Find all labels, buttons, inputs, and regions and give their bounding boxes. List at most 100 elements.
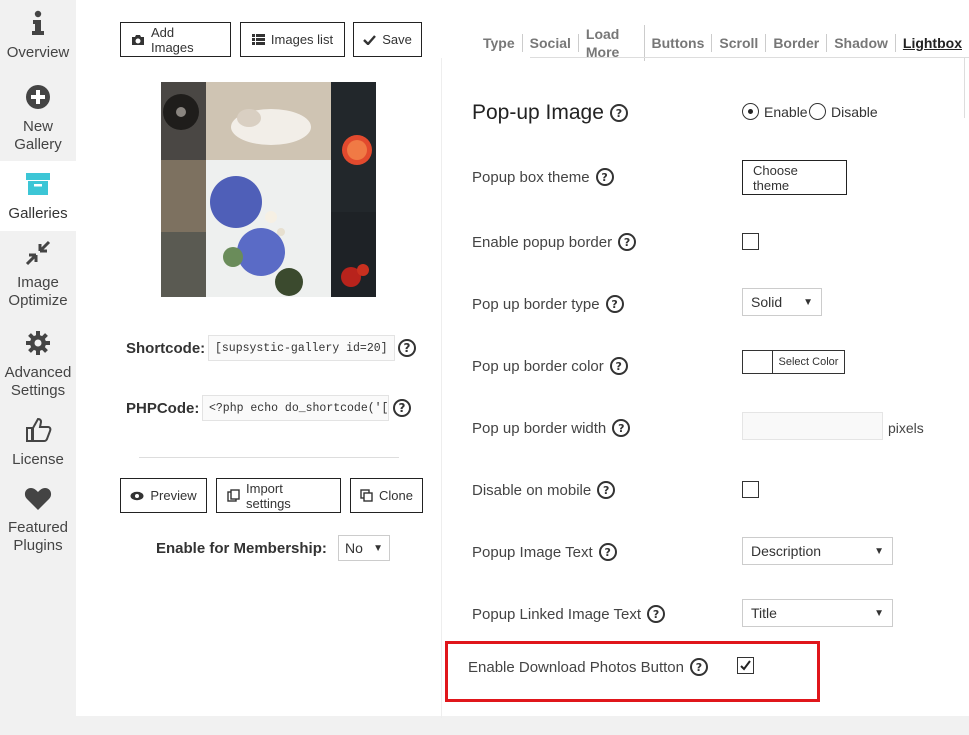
highlight-box bbox=[445, 641, 820, 702]
chevron-down-icon: ▼ bbox=[874, 607, 884, 619]
enable-popup-border-label: Enable popup border bbox=[472, 233, 613, 251]
tab-shadow[interactable]: Shadow bbox=[827, 34, 896, 52]
popup-image-text-select[interactable]: Description ▼ bbox=[742, 537, 893, 565]
gear-icon bbox=[0, 330, 76, 361]
popup-linked-image-text-row: Popup Linked Image Text ? bbox=[472, 605, 666, 623]
sidebar-item-advanced-settings[interactable]: Advanced Settings bbox=[0, 330, 76, 402]
import-icon bbox=[227, 489, 240, 502]
popup-border-type-row: Pop up border type ? bbox=[472, 295, 624, 313]
choose-theme-button[interactable]: Choose theme bbox=[742, 160, 847, 195]
chevron-down-icon: ▼ bbox=[874, 545, 884, 557]
import-settings-label: Import settings bbox=[246, 480, 291, 511]
chevron-down-icon: ▼ bbox=[803, 296, 813, 308]
tab-scroll[interactable]: Scroll bbox=[712, 34, 767, 52]
help-icon[interactable]: ? bbox=[647, 605, 666, 623]
color-picker[interactable]: Select Color bbox=[742, 350, 845, 374]
sidebar-item-galleries[interactable]: Galleries bbox=[0, 161, 76, 231]
popup-image-text-label: Popup Image Text bbox=[472, 543, 593, 561]
help-icon[interactable]: ? bbox=[618, 233, 637, 251]
sidebar-item-new-gallery[interactable]: New Gallery bbox=[0, 84, 76, 156]
preview-button[interactable]: Preview bbox=[120, 478, 207, 513]
disable-radio-label: Disable bbox=[831, 104, 878, 120]
popup-border-color-label: Pop up border color bbox=[472, 357, 604, 375]
help-icon[interactable]: ? bbox=[393, 399, 411, 417]
sidebar-item-overview[interactable]: Overview bbox=[0, 10, 76, 70]
disable-on-mobile-row: Disable on mobile ? bbox=[472, 481, 616, 499]
phpcode-field[interactable]: <?php echo do_shortcode('[supsystic-gall… bbox=[202, 395, 389, 421]
chevron-down-icon: ▼ bbox=[373, 542, 383, 554]
help-icon[interactable]: ? bbox=[612, 419, 631, 437]
shortcode-field[interactable]: [supsystic-gallery id=20] bbox=[208, 335, 395, 361]
help-icon[interactable]: ? bbox=[609, 104, 628, 122]
popup-linked-image-text-select[interactable]: Title ▼ bbox=[742, 599, 893, 627]
tab-lightbox[interactable]: Lightbox bbox=[896, 34, 969, 52]
popup-linked-image-text-label: Popup Linked Image Text bbox=[472, 605, 642, 623]
color-swatch[interactable] bbox=[743, 351, 773, 373]
disable-on-mobile-label: Disable on mobile bbox=[472, 481, 592, 499]
select-color-button[interactable]: Select Color bbox=[773, 351, 844, 373]
shortcode-label: Shortcode: bbox=[126, 340, 206, 357]
help-icon[interactable]: ? bbox=[597, 481, 616, 499]
choose-theme-label: Choose theme bbox=[753, 162, 798, 193]
popup-linked-image-text-value: Title bbox=[751, 605, 777, 621]
sidebar-item-featured-plugins[interactable]: Featured Plugins bbox=[0, 487, 76, 559]
popup-border-width-input[interactable] bbox=[742, 412, 883, 440]
popup-border-color-row: Pop up border color ? bbox=[472, 357, 628, 375]
sidebar-item-label: New Gallery bbox=[14, 118, 62, 153]
sidebar-item-license[interactable]: License bbox=[0, 417, 76, 469]
heart-icon bbox=[0, 487, 76, 516]
admin-sidebar: Overview New Gallery Galleries Image Opt… bbox=[0, 0, 76, 735]
camera-icon bbox=[132, 34, 144, 45]
sidebar-item-image-optimize[interactable]: Image Optimize bbox=[0, 240, 76, 312]
enable-radio-label: Enable bbox=[764, 104, 808, 120]
help-icon[interactable]: ? bbox=[598, 543, 617, 561]
pixels-unit-label: pixels bbox=[888, 420, 924, 436]
images-list-button[interactable]: Images list bbox=[240, 22, 345, 57]
popup-border-type-label: Pop up border type bbox=[472, 295, 600, 313]
popup-image-label: Pop-up Image bbox=[472, 101, 604, 124]
enable-radio[interactable] bbox=[742, 103, 759, 120]
sidebar-item-label: Image Optimize bbox=[8, 274, 68, 309]
popup-box-theme-row: Popup box theme ? bbox=[472, 168, 614, 186]
popup-image-text-row: Popup Image Text ? bbox=[472, 543, 617, 561]
settings-tabs: Type Social Load More Buttons Scroll Bor… bbox=[476, 25, 969, 61]
list-icon bbox=[251, 34, 265, 45]
help-icon[interactable]: ? bbox=[595, 168, 614, 186]
popup-border-width-label: Pop up border width bbox=[472, 419, 607, 437]
eye-icon bbox=[130, 491, 144, 500]
save-button[interactable]: Save bbox=[353, 22, 422, 57]
plus-circle-icon bbox=[0, 84, 76, 115]
sidebar-item-label: Galleries bbox=[8, 205, 68, 222]
column-divider bbox=[441, 58, 442, 718]
sidebar-item-label: License bbox=[12, 451, 64, 468]
divider bbox=[139, 457, 399, 458]
preview-label: Preview bbox=[150, 488, 197, 503]
clone-button[interactable]: Clone bbox=[350, 478, 423, 513]
archive-box-icon bbox=[0, 171, 76, 202]
help-icon[interactable]: ? bbox=[605, 295, 624, 313]
popup-image-text-value: Description bbox=[751, 543, 822, 559]
disable-on-mobile-checkbox[interactable] bbox=[742, 481, 759, 498]
enable-popup-border-checkbox[interactable] bbox=[742, 233, 759, 250]
add-images-button[interactable]: Add Images bbox=[120, 22, 231, 57]
thumbs-up-icon bbox=[0, 417, 76, 448]
membership-select[interactable]: No ▼ bbox=[338, 535, 390, 561]
phpcode-label: PHPCode: bbox=[126, 400, 200, 417]
membership-label: Enable for Membership: bbox=[156, 540, 327, 557]
tab-border[interactable]: Border bbox=[766, 34, 828, 52]
clone-icon bbox=[360, 489, 373, 502]
help-icon[interactable]: ? bbox=[398, 339, 416, 357]
info-icon bbox=[0, 10, 76, 41]
popup-border-type-select[interactable]: Solid ▼ bbox=[742, 288, 822, 316]
help-icon[interactable]: ? bbox=[609, 357, 628, 375]
gallery-preview-image bbox=[161, 82, 376, 297]
tab-buttons[interactable]: Buttons bbox=[645, 34, 713, 52]
tab-social[interactable]: Social bbox=[523, 34, 579, 52]
disable-radio[interactable] bbox=[809, 103, 826, 120]
membership-value: No bbox=[345, 540, 363, 556]
import-settings-button[interactable]: Import settings bbox=[216, 478, 341, 513]
sidebar-item-label: Featured Plugins bbox=[7, 519, 69, 554]
sidebar-item-label: Advanced Settings bbox=[4, 364, 72, 399]
tab-type[interactable]: Type bbox=[476, 34, 523, 52]
tab-load-more[interactable]: Load More bbox=[579, 25, 645, 61]
